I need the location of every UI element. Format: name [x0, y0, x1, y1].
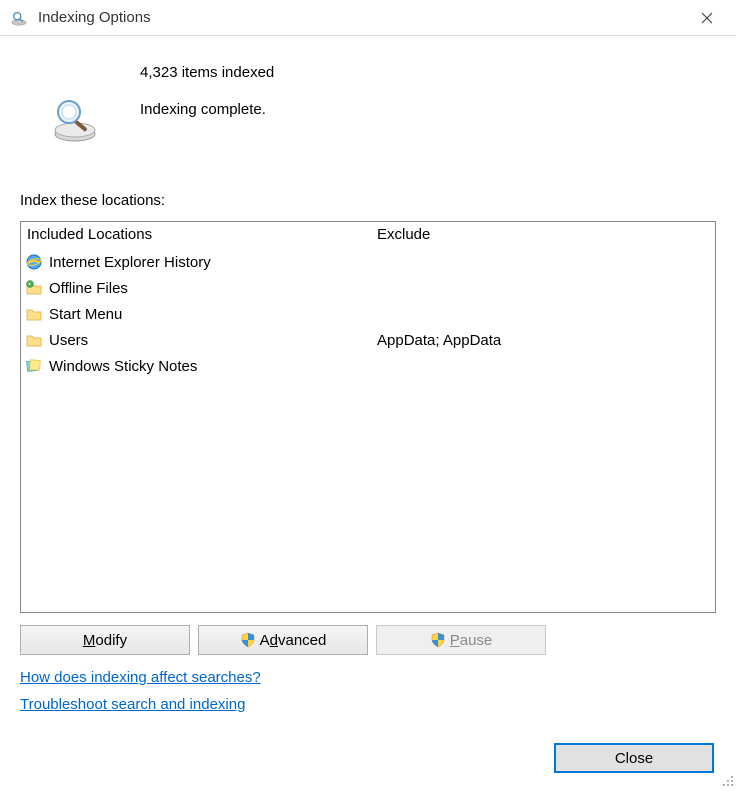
row-label: Offline Files [49, 280, 128, 297]
window-title: Indexing Options [38, 9, 684, 26]
offline-files-icon [25, 279, 43, 297]
table-row[interactable]: Offline Files [25, 275, 371, 301]
status-text-column: 4,323 items indexed Indexing complete. [140, 64, 274, 118]
indexing-status-label: Indexing complete. [140, 101, 274, 118]
exclude-value [375, 275, 715, 301]
troubleshoot-link[interactable]: Troubleshoot search and indexing [20, 696, 716, 713]
close-button[interactable]: Close [554, 743, 714, 773]
titlebar: Indexing Options [0, 0, 736, 36]
indexing-options-icon [10, 9, 28, 27]
content-area: 4,323 items indexed Indexing complete. I… [0, 36, 736, 741]
modify-button[interactable]: Modify [20, 625, 190, 655]
pause-button: Pause [376, 625, 546, 655]
folder-icon [25, 305, 43, 323]
resize-grip[interactable] [720, 773, 734, 787]
folder-icon [25, 331, 43, 349]
row-label: Start Menu [49, 306, 122, 323]
buttons-row: Modify Advanced Pause [20, 625, 716, 655]
sticky-notes-icon [25, 357, 43, 375]
how-does-indexing-link[interactable]: How does indexing affect searches? [20, 669, 716, 686]
status-icon-column [50, 64, 140, 144]
included-locations-header: Included Locations [25, 224, 371, 249]
row-label: Internet Explorer History [49, 254, 211, 271]
advanced-button[interactable]: Advanced [198, 625, 368, 655]
window-close-button[interactable] [684, 1, 730, 35]
exclude-value: AppData; AppData [375, 327, 715, 353]
table-row[interactable]: Users [25, 327, 371, 353]
uac-shield-icon [240, 632, 256, 648]
ie-icon [25, 253, 43, 271]
exclude-column: Exclude AppData; AppData [371, 222, 715, 612]
included-locations-column: Included Locations Internet Explorer His… [21, 222, 371, 612]
button-label: Pause [450, 632, 493, 649]
locations-listbox[interactable]: Included Locations Internet Explorer His… [20, 221, 716, 613]
button-label: Advanced [260, 632, 327, 649]
items-indexed-label: 4,323 items indexed [140, 64, 274, 81]
exclude-header: Exclude [375, 224, 715, 249]
table-row[interactable]: Internet Explorer History [25, 249, 371, 275]
uac-shield-icon [430, 632, 446, 648]
status-area: 4,323 items indexed Indexing complete. [20, 54, 716, 184]
help-links: How does indexing affect searches? Troub… [20, 669, 716, 713]
table-row[interactable]: Start Menu [25, 301, 371, 327]
index-locations-label: Index these locations: [20, 192, 716, 209]
exclude-value [375, 249, 715, 275]
exclude-value [375, 301, 715, 327]
button-label: Modify [83, 632, 127, 649]
table-row[interactable]: Windows Sticky Notes [25, 353, 371, 379]
row-label: Users [49, 332, 88, 349]
row-label: Windows Sticky Notes [49, 358, 197, 375]
magnifier-drive-icon [50, 94, 100, 144]
close-row: Close [554, 743, 714, 773]
exclude-value [375, 353, 715, 379]
